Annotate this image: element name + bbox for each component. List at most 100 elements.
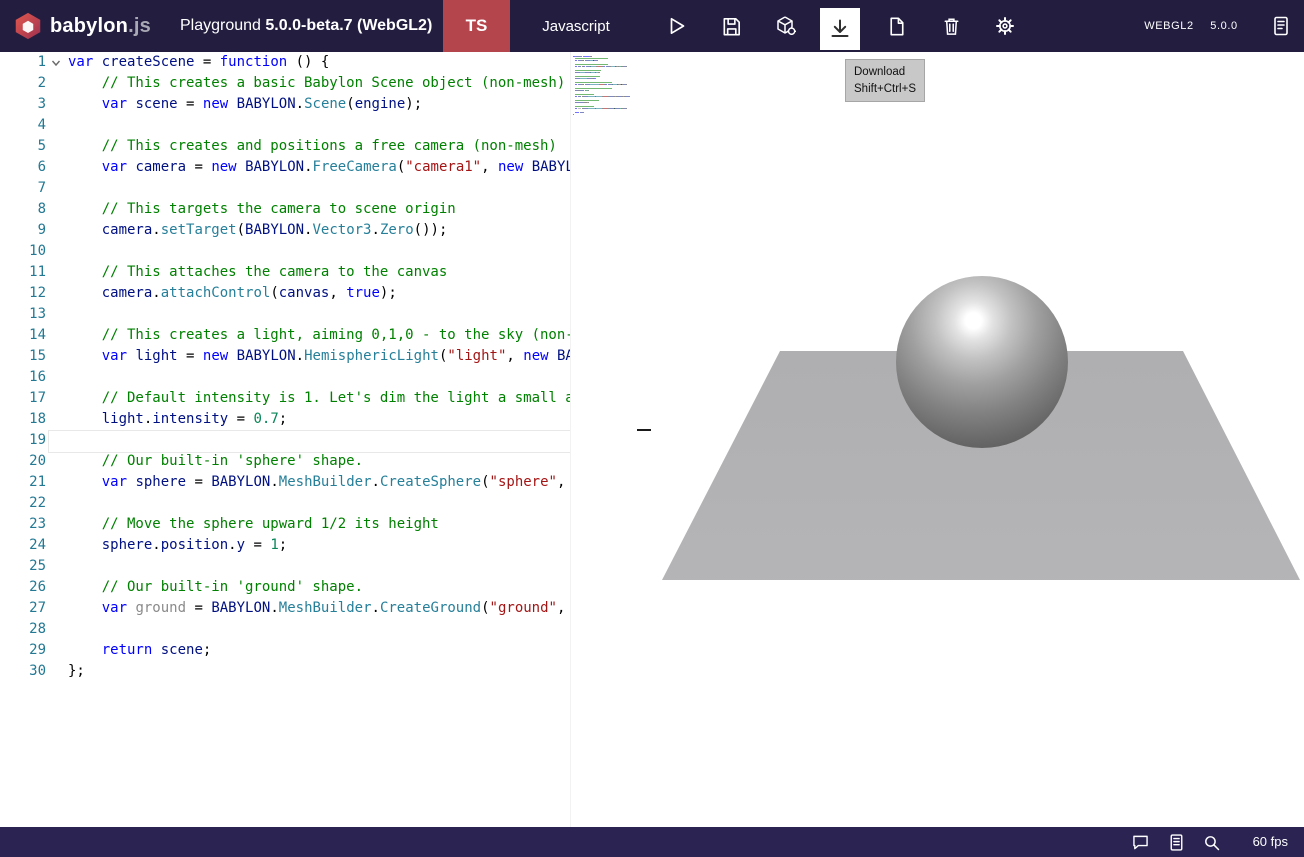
code-line: 9 camera.setTarget(BABYLON.Vector3.Zero(… <box>0 220 637 241</box>
line-number: 28 <box>0 619 46 640</box>
code-text: // This creates a basic Babylon Scene ob… <box>68 73 637 94</box>
typescript-toggle-button[interactable]: TS <box>443 0 510 52</box>
code-text: // Our built-in 'ground' shape. <box>68 577 637 598</box>
docs-icon <box>1166 832 1187 853</box>
brand-logo[interactable]: babylon.js <box>14 0 151 52</box>
gutter-decoration <box>46 304 68 325</box>
code-line: 22 <box>0 493 637 514</box>
code-text: var light = new BABYLON.HemisphericLight… <box>68 346 637 367</box>
line-number: 4 <box>0 115 46 136</box>
line-number: 3 <box>0 94 46 115</box>
code-text <box>68 430 637 451</box>
code-line: 20 // Our built-in 'sphere' shape. <box>0 451 637 472</box>
code-line: 27 var ground = BABYLON.MeshBuilder.Crea… <box>0 598 637 619</box>
gutter-decoration <box>46 619 68 640</box>
gutter-decoration <box>46 409 68 430</box>
code-line: 6 var camera = new BABYLON.FreeCamera("c… <box>0 157 637 178</box>
line-number: 9 <box>0 220 46 241</box>
code-text: }; <box>68 661 637 682</box>
gutter-decoration <box>46 451 68 472</box>
gutter-decoration <box>46 199 68 220</box>
docs-button[interactable] <box>1160 827 1192 857</box>
line-number: 13 <box>0 304 46 325</box>
code-line: 24 sphere.position.y = 1; <box>0 535 637 556</box>
code-line: 11 // This attaches the camera to the ca… <box>0 262 637 283</box>
code-text: var sphere = BABYLON.MeshBuilder.CreateS… <box>68 472 637 493</box>
code-text: // Our built-in 'sphere' shape. <box>68 451 637 472</box>
code-text: // This creates a light, aiming 0,1,0 - … <box>68 325 637 346</box>
code-text: var scene = new BABYLON.Scene(engine); <box>68 94 637 115</box>
line-number: 6 <box>0 157 46 178</box>
code-line: 2 // This creates a basic Babylon Scene … <box>0 73 637 94</box>
line-number: 11 <box>0 262 46 283</box>
search-button[interactable] <box>1195 827 1227 857</box>
code-line: 21 var sphere = BABYLON.MeshBuilder.Crea… <box>0 472 637 493</box>
code-line: 1var createScene = function () { <box>0 52 637 73</box>
search-icon <box>1201 832 1222 853</box>
line-number: 24 <box>0 535 46 556</box>
split-divider <box>637 52 651 827</box>
line-number: 26 <box>0 577 46 598</box>
code-line: 12 camera.attachControl(canvas, true); <box>0 283 637 304</box>
gutter-decoration <box>46 178 68 199</box>
code-text: var ground = BABYLON.MeshBuilder.CreateG… <box>68 598 637 619</box>
gutter-decoration <box>46 640 68 661</box>
new-button[interactable] <box>874 0 918 52</box>
line-number: 14 <box>0 325 46 346</box>
play-icon <box>664 14 688 38</box>
code-text: camera.setTarget(BABYLON.Vector3.Zero())… <box>68 220 637 241</box>
fold-chevron-icon[interactable] <box>50 57 62 69</box>
render-canvas[interactable] <box>651 52 1304 827</box>
download-button-highlight <box>820 8 860 50</box>
code-line: 4 <box>0 115 637 136</box>
code-line: 28 <box>0 619 637 640</box>
gutter-decoration <box>46 388 68 409</box>
settings-button[interactable] <box>983 0 1027 52</box>
code-line: 18 light.intensity = 0.7; <box>0 409 637 430</box>
code-text: // Move the sphere upward 1/2 its height <box>68 514 637 535</box>
gutter-decoration <box>46 493 68 514</box>
code-line: 25 <box>0 556 637 577</box>
save-button[interactable] <box>709 0 753 52</box>
line-number: 22 <box>0 493 46 514</box>
line-number: 18 <box>0 409 46 430</box>
code-text <box>68 304 637 325</box>
comment-icon <box>1130 832 1151 853</box>
delete-button[interactable] <box>929 0 973 52</box>
inspector-icon <box>774 14 798 38</box>
code-editor[interactable]: 1var createScene = function () {2 // Thi… <box>0 52 637 827</box>
code-text: var createScene = function () { <box>68 52 637 73</box>
minimap-content <box>573 55 637 115</box>
gutter-decoration <box>46 241 68 262</box>
code-text: sphere.position.y = 1; <box>68 535 637 556</box>
gutter-decoration <box>46 136 68 157</box>
code-text: // This creates and positions a free cam… <box>68 136 637 157</box>
gutter-decoration <box>46 556 68 577</box>
line-number: 30 <box>0 661 46 682</box>
line-number: 25 <box>0 556 46 577</box>
gutter-decoration <box>46 472 68 493</box>
babylon-logo-icon <box>14 12 42 40</box>
run-button[interactable] <box>654 0 698 52</box>
gutter-decoration <box>46 367 68 388</box>
download-button[interactable] <box>818 0 862 52</box>
gutter-decoration <box>46 430 68 451</box>
line-number: 15 <box>0 346 46 367</box>
gutter-decoration <box>46 346 68 367</box>
gutter-decoration <box>46 73 68 94</box>
inspector-button[interactable] <box>764 0 808 52</box>
code-text: var camera = new BABYLON.FreeCamera("cam… <box>68 157 637 178</box>
code-text: light.intensity = 0.7; <box>68 409 637 430</box>
examples-button[interactable] <box>1259 0 1303 52</box>
tooltip-shortcut: Shift+Ctrl+S <box>854 81 916 98</box>
line-number: 29 <box>0 640 46 661</box>
code-text <box>68 115 637 136</box>
language-selector[interactable]: Javascript <box>510 0 642 52</box>
code-line: 26 // Our built-in 'ground' shape. <box>0 577 637 598</box>
code-line: 3 var scene = new BABYLON.Scene(engine); <box>0 94 637 115</box>
comments-button[interactable] <box>1124 827 1156 857</box>
gutter-decoration <box>46 262 68 283</box>
code-text <box>68 493 637 514</box>
split-handle[interactable] <box>637 429 651 431</box>
minimap[interactable] <box>570 52 637 827</box>
